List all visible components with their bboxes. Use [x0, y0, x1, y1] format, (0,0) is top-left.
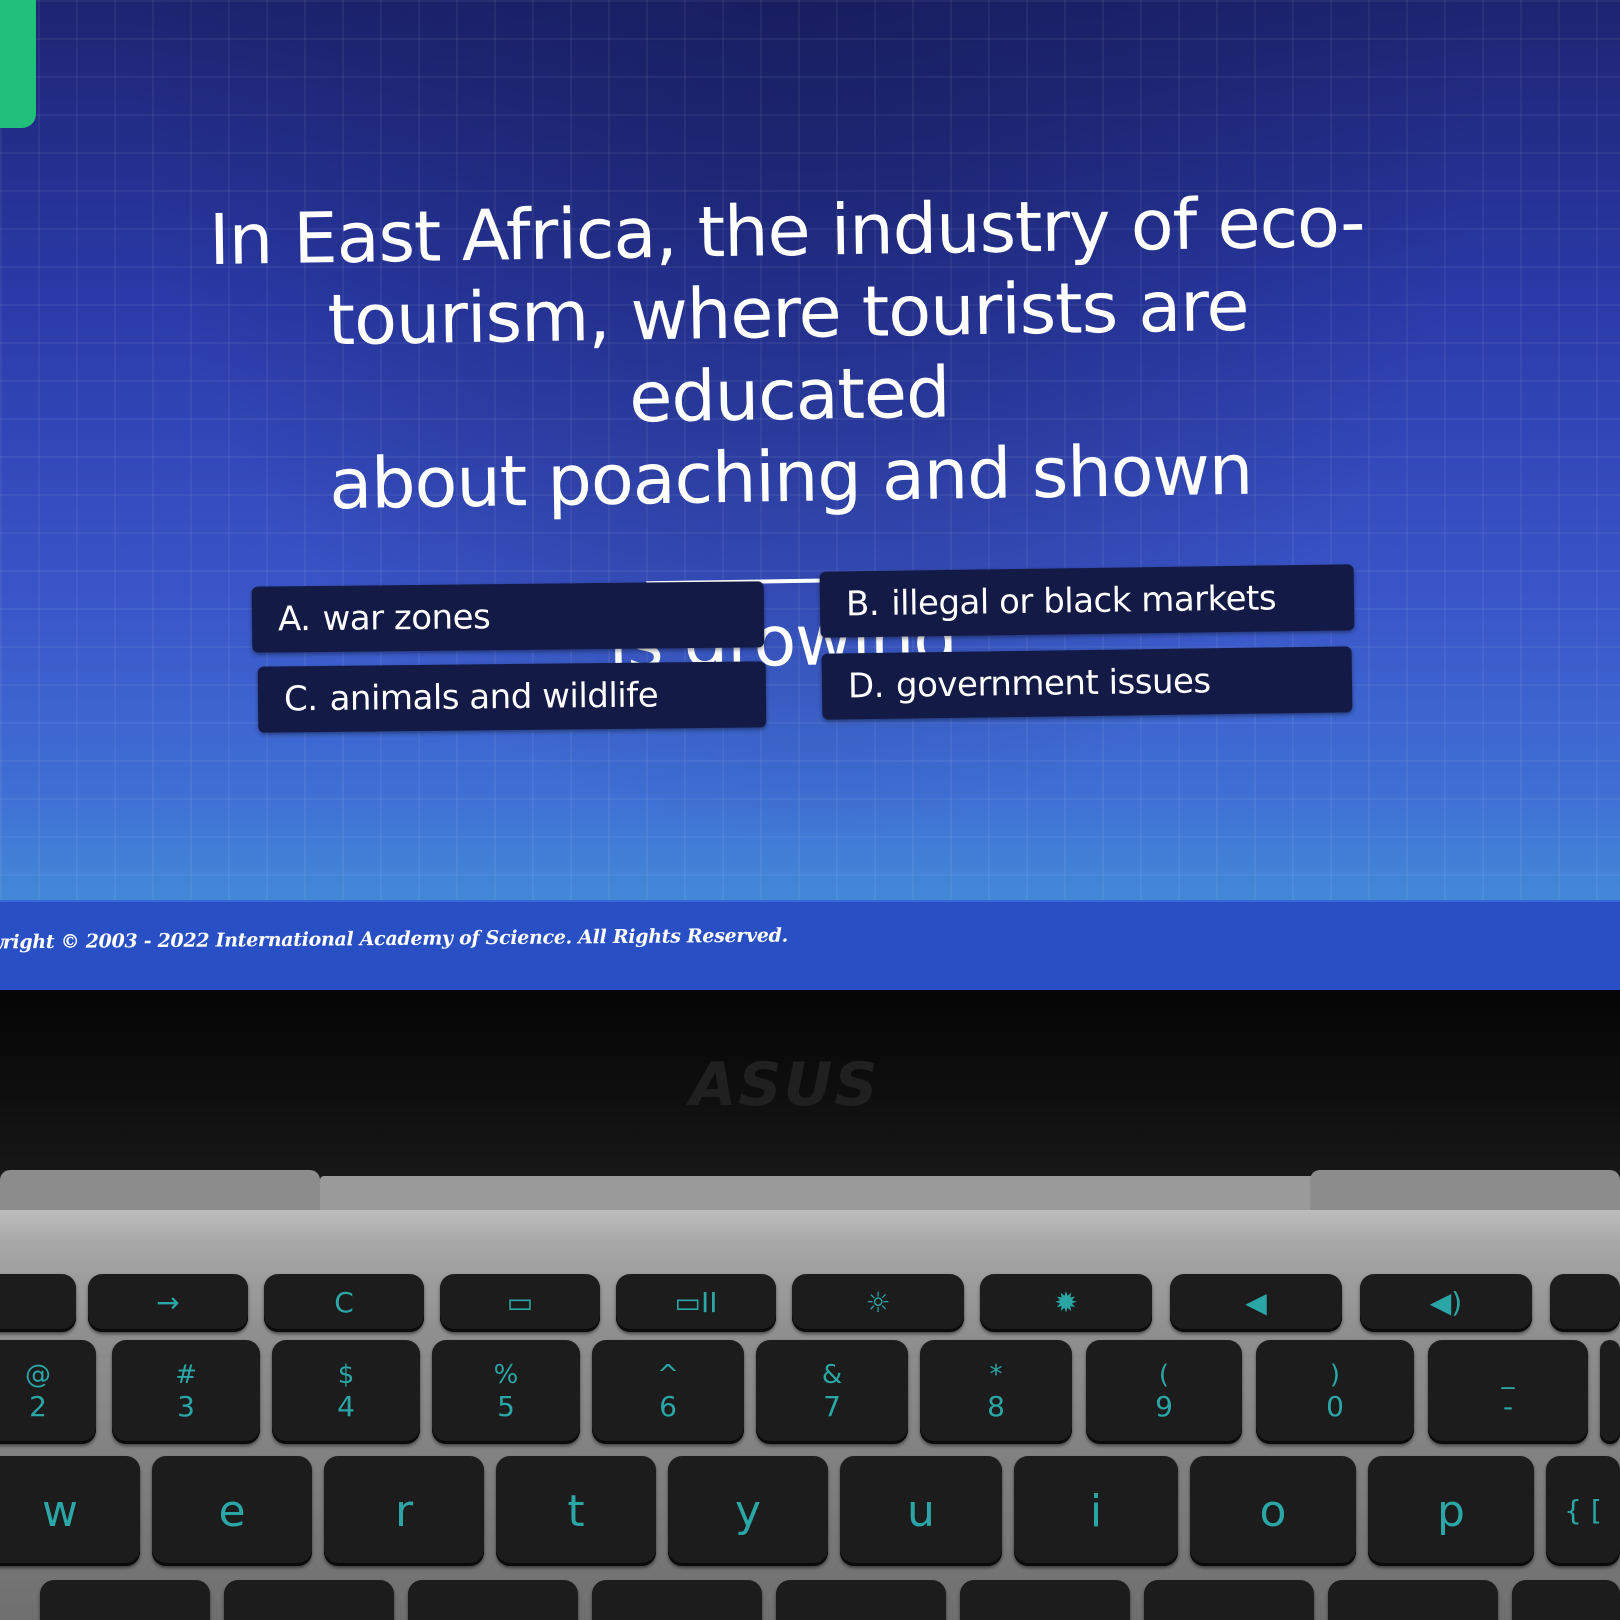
function-key-left[interactable]	[0, 1274, 76, 1332]
key-u[interactable]: u	[840, 1456, 1002, 1566]
brand-logo: ASUS	[690, 1050, 880, 1120]
key-w[interactable]: w	[0, 1456, 140, 1566]
answer-letter: B.	[845, 583, 880, 625]
key-bottom-row-7[interactable]	[1144, 1580, 1314, 1620]
key-6[interactable]: ^ 6	[592, 1340, 744, 1444]
key-bottom-row-4[interactable]	[592, 1580, 762, 1620]
function-key-refresh[interactable]: C	[264, 1274, 424, 1332]
key-t[interactable]: t	[496, 1456, 656, 1566]
function-key-volume-down[interactable]: ◀)	[1360, 1274, 1532, 1332]
function-key-mute[interactable]: ◀	[1170, 1274, 1342, 1332]
key-left-bracket[interactable]: { [	[1546, 1456, 1620, 1566]
key-bottom-row-8[interactable]	[1328, 1580, 1498, 1620]
key-i[interactable]: i	[1014, 1456, 1178, 1566]
key-e[interactable]: e	[152, 1456, 312, 1566]
corner-badge	[0, 0, 36, 128]
function-key-overview[interactable]: ▭II	[616, 1274, 776, 1332]
key-3[interactable]: #3	[112, 1340, 260, 1444]
answer-letter: C.	[283, 679, 318, 720]
key-bottom-row-3[interactable]	[408, 1580, 578, 1620]
function-key-back[interactable]: →	[88, 1274, 248, 1332]
function-key-brightness-up[interactable]: ✹	[980, 1274, 1152, 1332]
key-0[interactable]: ) 0	[1256, 1340, 1414, 1444]
key-2[interactable]: @2	[0, 1340, 96, 1444]
key-o[interactable]: o	[1190, 1456, 1356, 1566]
answer-text: illegal or black markets	[890, 578, 1277, 624]
answer-option-a[interactable]: A. war zones	[251, 581, 765, 653]
key-bottom-row-2[interactable]	[224, 1580, 394, 1620]
answer-option-b[interactable]: B. illegal or black markets	[819, 564, 1355, 638]
quiz-screen: In East Africa, the industry of eco- tou…	[0, 0, 1620, 990]
key-equals-partial[interactable]	[1600, 1340, 1620, 1444]
answer-option-d[interactable]: D. government issues	[821, 646, 1353, 720]
key-bottom-row-6[interactable]	[960, 1580, 1130, 1620]
key-p[interactable]: p	[1368, 1456, 1534, 1566]
key-minus[interactable]: _ -	[1428, 1340, 1588, 1444]
answer-letter: A.	[277, 599, 311, 640]
key-y[interactable]: y	[668, 1456, 828, 1566]
function-key-brightness-down[interactable]: ☼	[792, 1274, 964, 1332]
answer-letter: D.	[847, 665, 885, 707]
key-4[interactable]: $4	[272, 1340, 420, 1444]
key-7[interactable]: & 7	[756, 1340, 908, 1444]
key-bottom-row-9[interactable]	[1512, 1580, 1620, 1620]
answer-text: war zones	[322, 597, 491, 639]
question-line-3-text: about poaching and shown	[328, 428, 1253, 526]
key-r[interactable]: r	[324, 1456, 484, 1566]
key-bottom-row-5[interactable]	[776, 1580, 946, 1620]
key-5[interactable]: % 5	[432, 1340, 580, 1444]
key-bottom-row-1[interactable]	[40, 1580, 210, 1620]
answer-option-c[interactable]: C. animals and wildlife	[257, 661, 767, 733]
key-8[interactable]: * 8	[920, 1340, 1072, 1444]
key-9[interactable]: (9	[1086, 1340, 1242, 1444]
question-line-2: tourism, where tourists are educated	[326, 264, 1250, 439]
function-key-fullscreen[interactable]: ▭	[440, 1274, 600, 1332]
function-key-right[interactable]	[1550, 1274, 1620, 1332]
answer-text: government issues	[895, 661, 1211, 706]
answer-text: animals and wildlife	[329, 675, 659, 719]
